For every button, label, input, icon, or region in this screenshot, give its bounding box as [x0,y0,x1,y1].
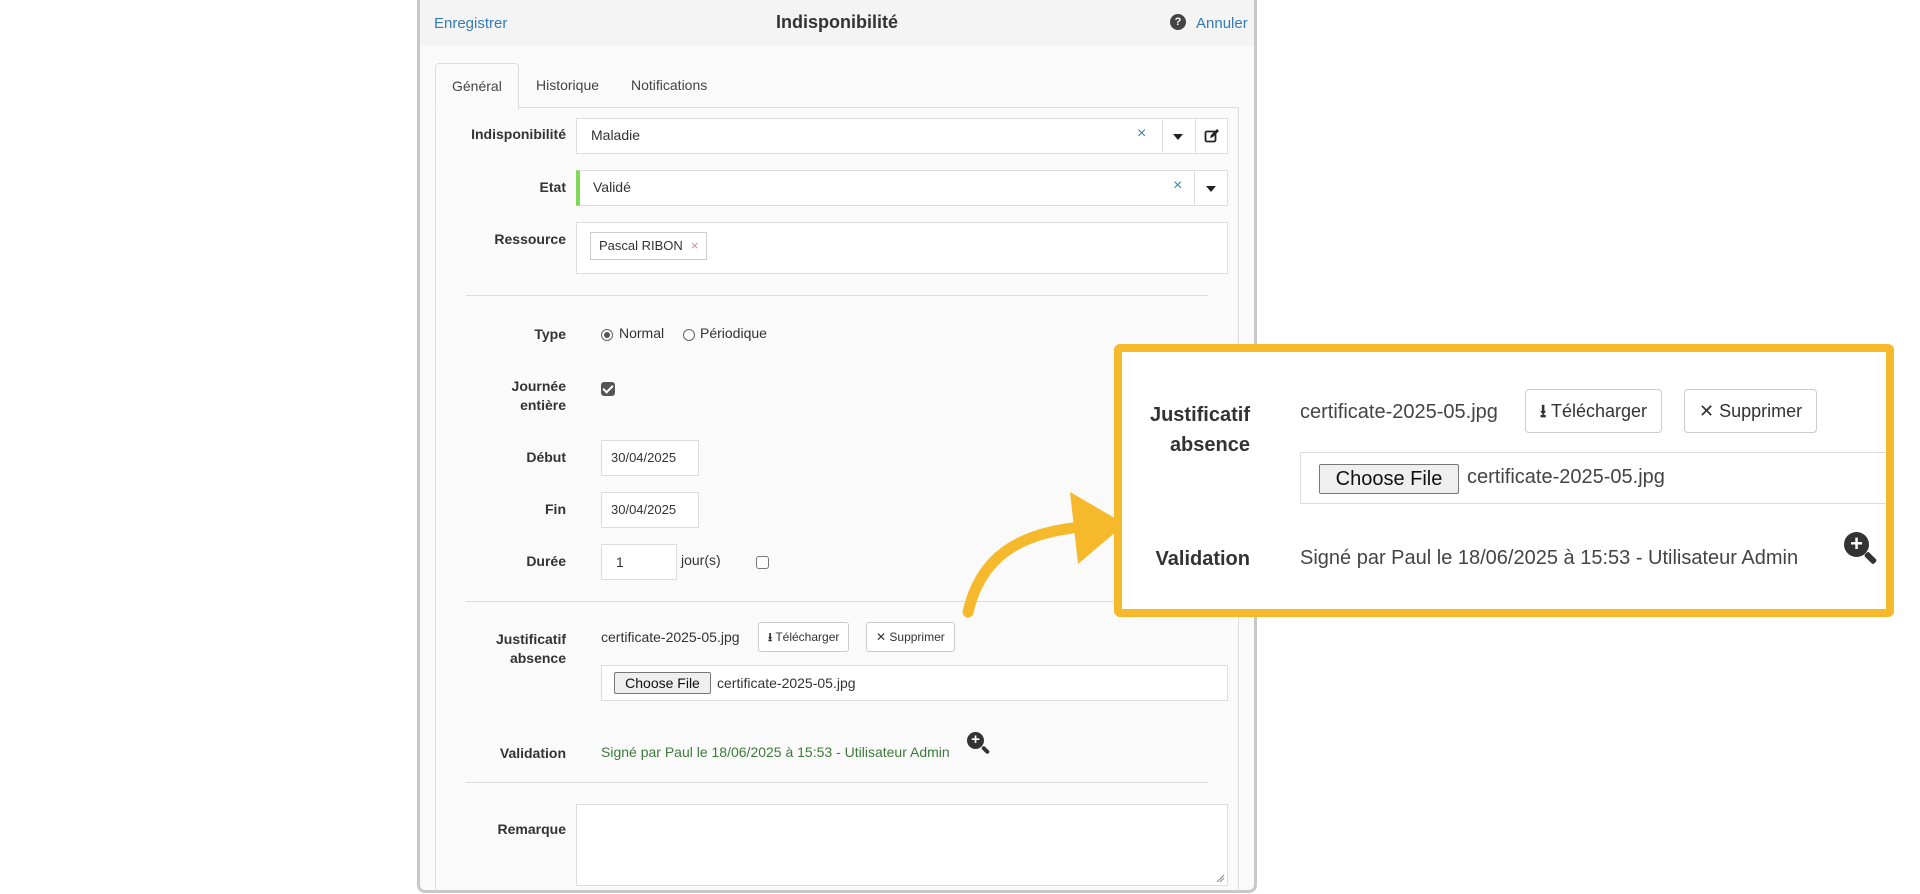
fin-value: 30/04/2025 [611,502,677,517]
chosen-file-name: certificate-2025-05.jpg [717,675,856,691]
type-periodique-label: Périodique [700,325,767,341]
callout-justificatif-line1: Justificatif [1149,404,1250,426]
tab-historique[interactable]: Historique [536,63,599,107]
download-icon: ⭳ [768,630,773,644]
dialog-title: Indisponibilité [776,12,898,32]
fin-label: Fin [545,501,566,517]
resource-tag-label: Pascal RIBON [599,238,683,253]
journee-entiere-label: Journée entière [436,377,566,415]
select-divider [1162,119,1163,153]
callout-justificatif-line2: absence [1169,434,1250,456]
resource-tag: Pascal RIBON × [590,232,708,260]
fin-date-input[interactable]: 30/04/2025 [601,492,699,528]
ressource-multiselect[interactable]: Pascal RIBON × [576,222,1228,274]
callout-download-button[interactable]: ⭳ Télécharger [1525,389,1663,433]
validation-text: Signé par Paul le 18/06/2025 à 15:53 - U… [601,744,950,760]
duree-label: Durée [526,553,566,569]
indisponibilite-label: Indisponibilité [471,126,566,142]
etat-select[interactable]: Validé × [576,170,1228,206]
section-divider [466,295,1208,296]
chevron-down-icon[interactable] [1173,134,1183,140]
remarque-label: Remarque [497,821,566,837]
tab-notifications[interactable]: Notifications [631,63,707,107]
validation-label: Validation [499,745,566,761]
indisponibilite-select[interactable]: Maladie × [576,118,1228,154]
dialog-header: Enregistrer Indisponibilité ? Annuler [420,0,1254,46]
chevron-down-icon[interactable] [1206,186,1216,192]
etat-value: Validé [593,179,631,195]
file-input-container: Choose File certificate-2025-05.jpg [601,665,1228,701]
callout-zoom-in-icon[interactable]: + [1844,531,1878,566]
delete-button[interactable]: ✕ Supprimer [866,622,955,652]
clear-icon[interactable]: × [1137,125,1146,143]
callout-file-input: Choose File certificate-2025-05.jpg [1300,452,1886,504]
callout-delete-label: Supprimer [1719,401,1803,421]
debut-date-input[interactable]: 30/04/2025 [601,440,699,476]
download-icon: ⭳ [1540,401,1547,421]
callout-validation-label: Validation [1155,548,1250,570]
edit-icon[interactable] [1204,128,1220,144]
select-divider [1194,171,1195,205]
justificatif-label-line2: absence [509,650,566,666]
callout-file-name: certificate-2025-05.jpg [1300,401,1498,423]
attached-file-name: certificate-2025-05.jpg [601,629,740,645]
ressource-label: Ressource [494,231,566,247]
duree-input[interactable]: 1 [601,544,677,580]
debut-label: Début [526,449,566,465]
debut-value: 30/04/2025 [611,450,677,465]
callout-download-label: Télécharger [1551,401,1648,421]
callout-validation-text: Signé par Paul le 18/06/2025 à 15:53 - U… [1300,547,1799,569]
callout-choose-file-button[interactable]: Choose File [1319,464,1459,494]
type-normal-label: Normal [619,325,665,341]
close-icon: ✕ [1699,401,1715,421]
journee-entiere-checkbox[interactable] [601,382,615,396]
select-divider [1195,119,1196,153]
download-label: Télécharger [775,630,840,644]
tab-general[interactable]: Général [435,63,519,109]
indisponibilite-value: Maladie [591,127,641,143]
type-normal-radio[interactable] [601,329,613,341]
section-divider [466,782,1208,783]
close-icon: ✕ [876,630,887,644]
choose-file-button[interactable]: Choose File [614,672,711,694]
clear-icon[interactable]: × [1173,177,1182,195]
remove-tag-icon[interactable]: × [691,238,699,253]
journee-label-line1: Journée [511,378,566,394]
zoom-in-icon[interactable]: + [967,731,991,756]
duree-unit: jour(s) [681,552,721,568]
journee-label-line2: entière [520,397,566,413]
help-icon[interactable]: ? [1170,14,1186,30]
resize-handle-icon[interactable] [1216,874,1225,883]
etat-label: Etat [539,179,566,195]
duree-checkbox[interactable] [756,556,769,569]
duree-value: 1 [616,554,624,570]
callout-delete-button[interactable]: ✕ Supprimer [1684,389,1818,433]
delete-label: Supprimer [889,630,945,644]
type-label: Type [534,326,566,342]
justificatif-label: Justificatif absence [436,630,566,668]
save-link[interactable]: Enregistrer [434,15,507,32]
zoom-callout: Justificatif absence certificate-2025-05… [1114,344,1894,617]
download-button[interactable]: ⭳ Télécharger [758,622,850,652]
cancel-link[interactable]: Annuler [1196,15,1248,32]
callout-justificatif-label: Justificatif absence [1122,400,1250,460]
justificatif-label-line1: Justificatif [495,631,566,647]
type-periodique-radio[interactable] [683,329,695,341]
callout-chosen-file-name: certificate-2025-05.jpg [1467,466,1665,488]
remarque-textarea[interactable] [576,804,1228,886]
